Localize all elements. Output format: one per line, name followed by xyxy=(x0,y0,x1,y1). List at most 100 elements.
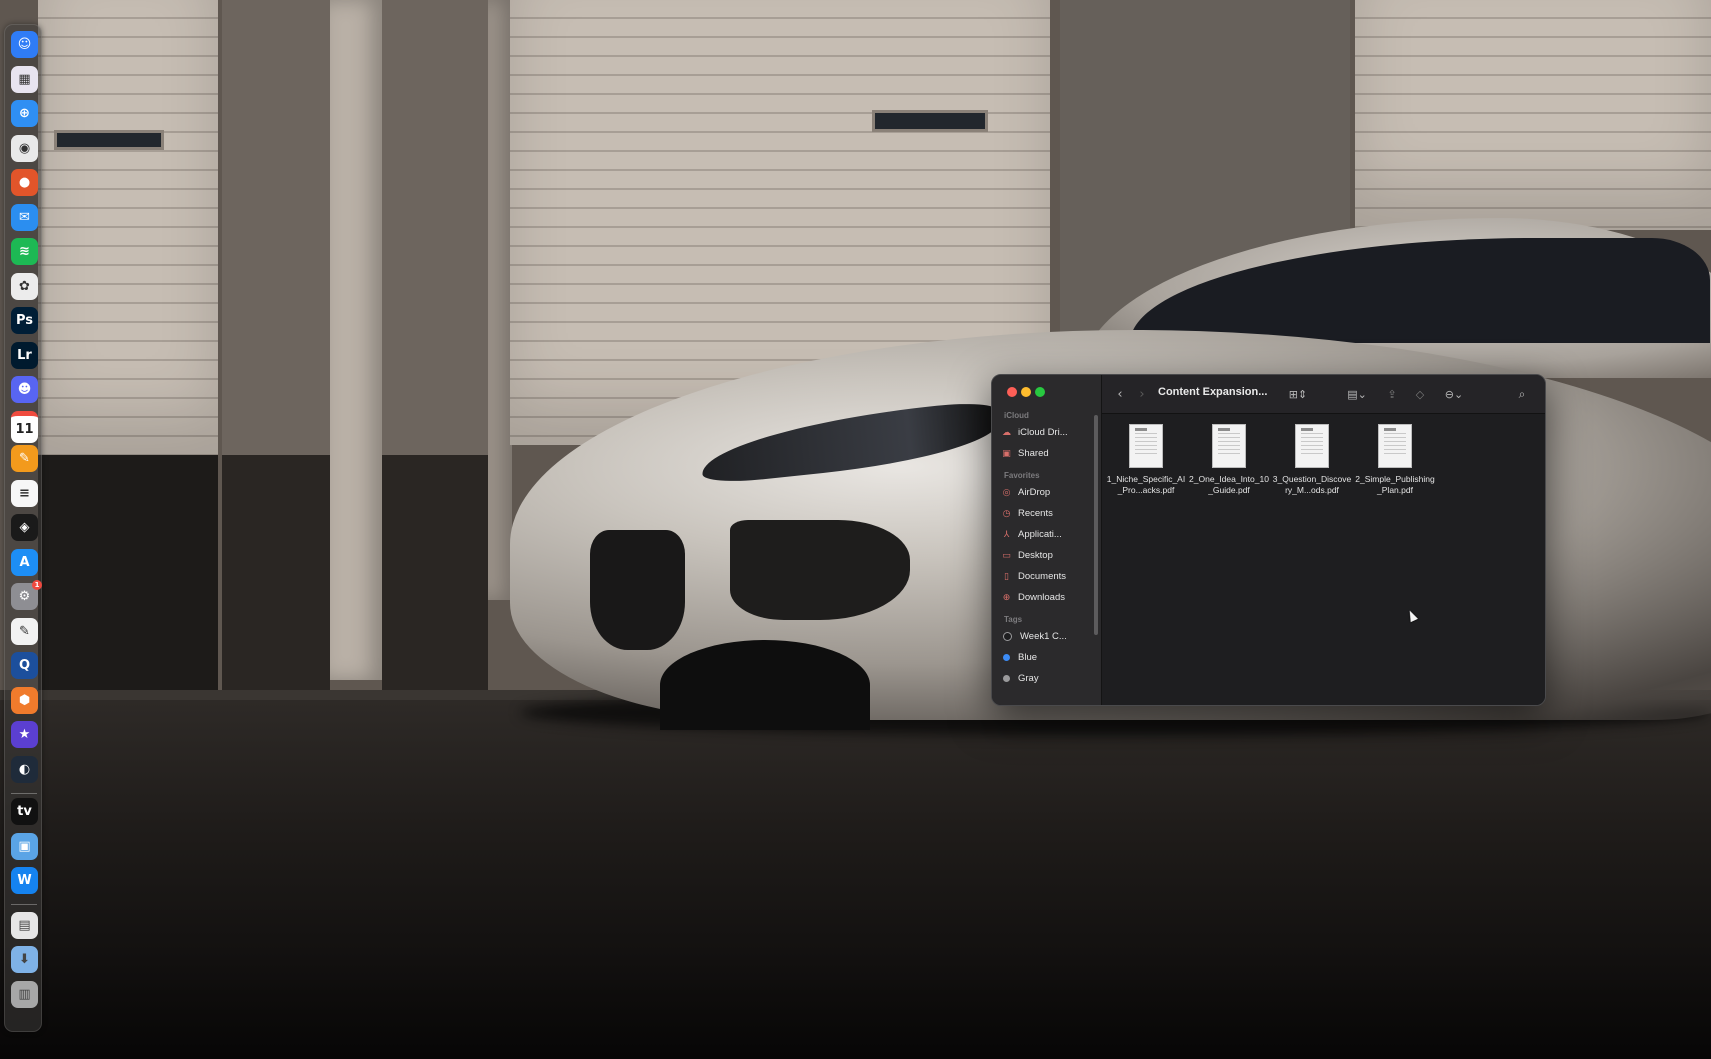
garage-door xyxy=(38,0,218,455)
dock-calendar-icon[interactable]: 11 xyxy=(11,410,38,443)
sidebar-item[interactable]: ☁ iCloud Dri... xyxy=(1000,423,1094,442)
window-title: Content Expansion... xyxy=(1158,386,1268,398)
file-area[interactable]: 1_Niche_Specific_AI_Pro...acks.pdf 2_One_… xyxy=(1102,414,1545,705)
download-icon: ⊕ xyxy=(1002,592,1011,603)
sidebar-item[interactable]: Blue xyxy=(1000,648,1094,667)
wall-panel xyxy=(382,0,488,455)
dock-preview-icon[interactable]: ▣ xyxy=(11,832,38,860)
dock-davinci-resolve-icon[interactable]: ◐ xyxy=(11,755,38,783)
sidebar-item[interactable]: Gray xyxy=(1000,669,1094,688)
dock-system-settings-icon[interactable]: ⚙ 1 xyxy=(11,580,42,610)
dock-separator xyxy=(11,903,37,905)
dock-trash-icon[interactable]: ▥ xyxy=(11,980,38,1008)
shared-folder-icon: ▣ xyxy=(1002,448,1011,459)
sidebar-section-icloud: iCloud xyxy=(1004,411,1029,420)
dock-mail-icon[interactable]: ✉ xyxy=(11,203,38,231)
sidebar-item[interactable]: ▣ Shared xyxy=(1000,444,1094,463)
file-item[interactable]: 2_One_Idea_Into_10_Guide.pdf xyxy=(1189,424,1269,496)
dock-launchpad-icon[interactable]: ▦ xyxy=(11,65,38,93)
dock-discord-icon[interactable]: ☻ xyxy=(11,376,38,403)
share-icon[interactable]: ⇪ xyxy=(1384,385,1400,403)
tag-color-dot xyxy=(1003,675,1010,682)
sidebar-item-label: Shared xyxy=(1018,448,1049,459)
dock-app-store-icon[interactable]: A xyxy=(11,548,38,576)
dock-pages-icon[interactable]: ✎ xyxy=(11,445,38,472)
dock-spotify-icon[interactable]: ≋ xyxy=(11,238,38,265)
search-icon[interactable]: ⌕ xyxy=(1514,385,1530,403)
ground xyxy=(0,700,1711,1059)
group-by-icon[interactable]: ▤⌄ xyxy=(1342,385,1372,403)
clock-icon: ◷ xyxy=(1002,508,1011,519)
sidebar-item-label: Gray xyxy=(1018,673,1039,684)
tag-icon[interactable]: ◇ xyxy=(1412,385,1428,403)
dock-capcut-icon[interactable]: ◈ xyxy=(11,514,38,541)
dock-notes-icon[interactable]: ≡ xyxy=(11,479,38,507)
dock-quicktime-icon[interactable]: Q xyxy=(11,652,38,679)
cloud-icon: ☁ xyxy=(1002,427,1011,438)
wall-base xyxy=(38,455,218,690)
wall-base xyxy=(382,455,488,690)
sidebar-item-label: Applicati... xyxy=(1018,529,1062,540)
car-intake xyxy=(730,520,910,620)
pdf-file-icon xyxy=(1212,424,1246,468)
applications-icon: ⅄ xyxy=(1003,529,1010,540)
dock-firefox-icon[interactable]: ● xyxy=(11,169,38,196)
dock-apple-tv-icon[interactable]: tv xyxy=(11,798,38,825)
zoom-button[interactable] xyxy=(1035,387,1045,397)
finder-window: iCloud ☁ iCloud Dri... ▣ Shared Favorites ◎ Air… xyxy=(991,374,1546,706)
more-actions-icon[interactable]: ⊖⌄ xyxy=(1440,385,1468,403)
dock-downloads-folder-icon[interactable]: ⬇ xyxy=(11,946,38,973)
sidebar-item[interactable]: ▯ Documents xyxy=(1000,567,1094,586)
sidebar-item[interactable]: ⅄ Applicati... xyxy=(1000,525,1094,544)
file-name: 2_Simple_Publishing_Plan.pdf xyxy=(1355,474,1435,495)
sidebar-item-label: iCloud Dri... xyxy=(1018,427,1068,438)
back-icon[interactable]: ‹ xyxy=(1112,385,1128,403)
dock-chatgpt-icon[interactable]: ✿ xyxy=(11,272,38,300)
pdf-file-icon xyxy=(1378,424,1412,468)
notification-badge: 1 xyxy=(32,580,42,590)
sidebar-item-label: Desktop xyxy=(1018,550,1053,561)
sidebar-item[interactable]: Week1 C... xyxy=(1000,627,1094,646)
sidebar-item[interactable]: ◷ Recents xyxy=(1000,504,1094,523)
sidebar-scrollbar[interactable] xyxy=(1094,415,1098,635)
sidebar-item-label: Downloads xyxy=(1018,592,1065,603)
dock-imovie-icon[interactable]: ★ xyxy=(11,721,38,748)
sidebar-item-label: Documents xyxy=(1018,571,1067,582)
pdf-file-icon xyxy=(1129,424,1163,468)
sidebar-item-label: Recents xyxy=(1018,508,1053,519)
file-name: 1_Niche_Specific_AI_Pro...acks.pdf xyxy=(1106,474,1186,495)
door-window xyxy=(872,110,988,132)
file-item[interactable]: 2_Simple_Publishing_Plan.pdf xyxy=(1355,424,1435,496)
dock-chrome-icon[interactable]: ◉ xyxy=(11,134,38,162)
dock-finder-icon[interactable]: ☺ xyxy=(11,31,38,58)
sidebar-section-favorites: Favorites xyxy=(1004,471,1040,480)
sidebar-item[interactable]: ⊕ Downloads xyxy=(1000,588,1094,607)
dock-lightroom-icon[interactable]: Lr xyxy=(11,341,38,369)
dock-textedit-icon[interactable]: ✎ xyxy=(11,617,38,645)
sidebar-item-label: Week1 C... xyxy=(1020,631,1067,642)
car-grille xyxy=(590,530,685,650)
garage-door xyxy=(1355,0,1711,230)
forward-icon[interactable]: › xyxy=(1134,385,1150,403)
tag-color-dot xyxy=(1003,632,1012,641)
door-window xyxy=(54,130,164,150)
dock-document-icon[interactable]: ▤ xyxy=(11,911,38,939)
tag-color-dot xyxy=(1003,654,1010,661)
wall-panel xyxy=(222,0,330,455)
airdrop-icon: ◎ xyxy=(1002,487,1011,498)
dock-separator xyxy=(11,793,37,794)
pdf-file-icon xyxy=(1295,424,1329,468)
sidebar-item[interactable]: ◎ AirDrop xyxy=(1000,483,1094,502)
dock-wordsmith-icon[interactable]: W xyxy=(11,867,38,894)
close-button[interactable] xyxy=(1007,387,1017,397)
minimize-button[interactable] xyxy=(1021,387,1031,397)
view-grid-icon[interactable]: ⊞⇕ xyxy=(1284,385,1312,403)
file-item[interactable]: 1_Niche_Specific_AI_Pro...acks.pdf xyxy=(1106,424,1186,496)
dock-safari-icon[interactable]: ⊕ xyxy=(11,100,38,127)
sidebar-item-label: AirDrop xyxy=(1018,487,1051,498)
file-item[interactable]: 3_Question_Discovery_M...ods.pdf xyxy=(1272,424,1352,496)
dock-blender-icon[interactable]: ⬢ xyxy=(11,686,38,714)
pillar xyxy=(330,0,382,680)
dock-photoshop-icon[interactable]: Ps xyxy=(11,307,38,334)
sidebar-item[interactable]: ▭ Desktop xyxy=(1000,546,1094,565)
